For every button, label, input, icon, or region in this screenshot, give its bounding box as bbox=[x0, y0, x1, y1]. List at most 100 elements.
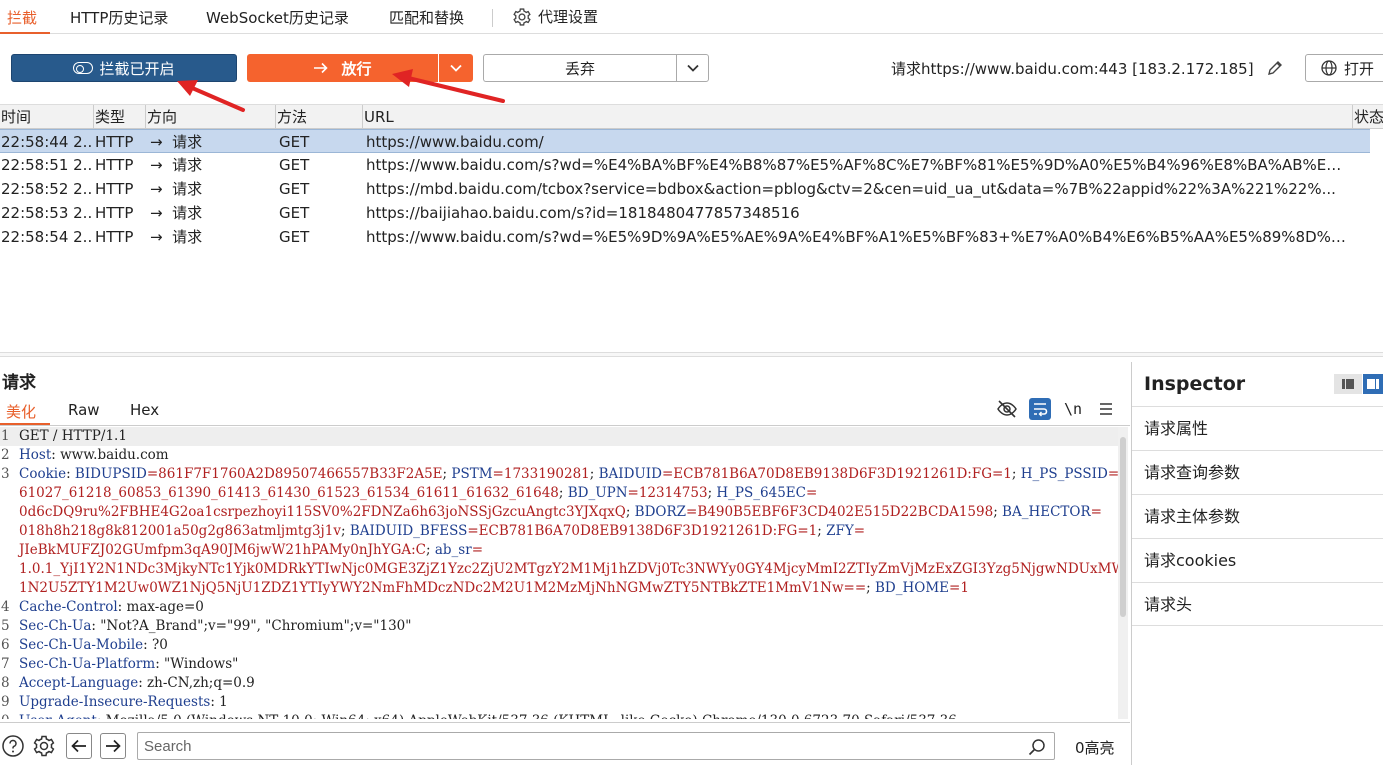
tab-match-replace[interactable]: 匹配和替换 bbox=[389, 0, 464, 34]
request-editor[interactable]: 1 GET / HTTP/1.1 2 Host: www.baidu.com 3 Cook… bbox=[0, 427, 1118, 719]
forward-options-dropdown[interactable] bbox=[439, 54, 473, 82]
table-row[interactable]: 22:58:52 2... HTTP → 请求 GET https://mbd.… bbox=[0, 177, 1370, 201]
line-content: Sec-Ch-Ua: "Not?A_Brand";v="99", "Chromi… bbox=[19, 617, 411, 636]
intercept-toggle-label: 拦截已开启 bbox=[99, 59, 175, 78]
search-input[interactable] bbox=[144, 736, 1014, 756]
direction-label: 请求 bbox=[172, 156, 203, 174]
code-line: 1 GET / HTTP/1.1 bbox=[0, 427, 1118, 446]
cell-time: 22:58:52 2... bbox=[1, 180, 93, 198]
table-row[interactable]: 22:58:44 2... HTTP → 请求 GET https://www.… bbox=[0, 129, 1370, 153]
tab-raw[interactable]: Raw bbox=[68, 401, 100, 419]
inspector-cookies[interactable]: 请求cookies bbox=[1132, 538, 1383, 582]
tab-websocket-history[interactable]: WebSocket历史记录 bbox=[206, 0, 349, 34]
editor-scrollbar[interactable] bbox=[1118, 427, 1128, 719]
request-pane-title: 请求 bbox=[2, 373, 36, 393]
cell-direction: → 请求 bbox=[150, 180, 203, 198]
header-name: Sec-Ch-Ua-Platform bbox=[19, 656, 156, 672]
tab-pretty[interactable]: 美化 bbox=[6, 401, 36, 422]
cell-time: 22:58:54 2... bbox=[1, 228, 93, 246]
word-wrap-icon[interactable] bbox=[1029, 398, 1051, 420]
table-row[interactable]: 22:58:54 2... HTTP → 请求 GET https://www.… bbox=[0, 225, 1370, 249]
cell-url: https://www.baidu.com/s?wd=%E5%9D%9A%E5%… bbox=[366, 228, 1346, 246]
code-line: 8 Accept-Language: zh-CN,zh;q=0.9 bbox=[0, 674, 1118, 693]
drop-options-dropdown[interactable] bbox=[676, 54, 709, 82]
line-content: Sec-Ch-Ua-Platform: "Windows" bbox=[19, 655, 238, 674]
scrollbar-thumb[interactable] bbox=[1120, 437, 1126, 617]
table-row[interactable]: 22:58:53 2... HTTP → 请求 GET https://baij… bbox=[0, 201, 1370, 225]
inspector-query-params[interactable]: 请求查询参数 bbox=[1132, 450, 1383, 494]
header-name: Accept-Language bbox=[19, 675, 139, 691]
cell-method: GET bbox=[279, 204, 310, 222]
code-text: : max-age=0 bbox=[117, 599, 204, 615]
column-header-direction[interactable]: 方向 bbox=[145, 105, 275, 130]
open-browser-label: 打开 bbox=[1344, 59, 1375, 78]
cell-type: HTTP bbox=[95, 204, 134, 222]
pane-splitter[interactable] bbox=[0, 352, 1383, 357]
layout-toggle[interactable] bbox=[1334, 374, 1383, 394]
inspector-headers[interactable]: 请求头 bbox=[1132, 582, 1383, 626]
header-name: BIDUPSID bbox=[74, 466, 147, 482]
cell-url: https://baijiahao.baidu.com/s?id=1818480… bbox=[366, 204, 800, 222]
tab-http-history[interactable]: HTTP历史记录 bbox=[70, 0, 168, 34]
header-value: = bbox=[471, 542, 483, 558]
line-content: Accept-Language: zh-CN,zh;q=0.9 bbox=[19, 674, 255, 693]
header-value: =ECB781B6A70D8EB9138D6F3D1921261D:FG=1 bbox=[467, 523, 818, 539]
pencil-icon[interactable] bbox=[1266, 59, 1284, 77]
line-content: User-Agent: Mozilla/5.0 (Windows NT 10.0… bbox=[19, 712, 957, 719]
tab-proxy-settings[interactable]: 代理设置 bbox=[512, 0, 598, 34]
line-content: Upgrade-Insecure-Requests: 1 bbox=[19, 693, 228, 712]
search-bar: 0高亮 bbox=[0, 722, 1130, 765]
menu-icon[interactable] bbox=[1095, 398, 1117, 420]
code-line: 0d6cDQ9ru%2FBHE4G2oa1csrpezhoyi115SV0%2F… bbox=[0, 503, 1118, 522]
active-tab-underline bbox=[0, 32, 50, 34]
code-line: 7 Sec-Ch-Ua-Platform: "Windows" bbox=[0, 655, 1118, 674]
chevron-down-icon bbox=[449, 63, 463, 73]
column-header-method[interactable]: 方法 bbox=[275, 105, 362, 130]
header-name: Cookie bbox=[19, 466, 67, 482]
help-icon[interactable] bbox=[0, 733, 26, 759]
table-row[interactable]: 22:58:51 2... HTTP → 请求 GET https://www.… bbox=[0, 153, 1370, 177]
code-line: 2 Host: www.baidu.com bbox=[0, 446, 1118, 465]
header-name: H_PS_645EC bbox=[716, 485, 806, 501]
line-content: 1N2U5ZTY1M2Uw0WZ1NjQ5NjU1ZDZ1YTIyYWY2NmF… bbox=[19, 579, 969, 598]
column-header-time[interactable]: 时间 bbox=[0, 105, 93, 130]
header-name: H_PS_PSSID bbox=[1020, 466, 1108, 482]
line-number: 2 bbox=[1, 447, 10, 463]
inspector-body-params[interactable]: 请求主体参数 bbox=[1132, 494, 1383, 538]
line-content: 0d6cDQ9ru%2FBHE4G2oa1csrpezhoyi115SV0%2F… bbox=[19, 503, 1102, 522]
cell-direction: → 请求 bbox=[150, 204, 203, 222]
line-content: Sec-Ch-Ua-Mobile: ?0 bbox=[19, 636, 168, 655]
line-content: Cookie: BIDUPSID=861F7F1760A2D8950746655… bbox=[19, 465, 1118, 484]
header-name: Sec-Ch-Ua-Mobile bbox=[19, 637, 144, 653]
gear-icon bbox=[512, 7, 532, 27]
next-match-icon[interactable] bbox=[100, 733, 126, 759]
column-header-type[interactable]: 类型 bbox=[93, 105, 145, 130]
drop-button[interactable]: 丢弃 bbox=[483, 54, 676, 82]
hide-eye-icon[interactable] bbox=[996, 398, 1018, 420]
intercept-toggle-button[interactable]: 拦截已开启 bbox=[11, 54, 237, 82]
code-line: 3 Cookie: BIDUPSID=861F7F1760A2D895074665… bbox=[0, 465, 1118, 484]
line-content: 1.0.1_YjI1Y2N1NDc3MjkyNTc1Yjk0MDRkYTIwNj… bbox=[19, 560, 1118, 579]
gear-icon[interactable] bbox=[31, 733, 57, 759]
cell-time: 22:58:53 2... bbox=[1, 204, 93, 222]
line-number: 1 bbox=[1, 428, 10, 444]
cell-url: https://www.baidu.com/s?wd=%E4%BA%BF%E4%… bbox=[366, 156, 1346, 174]
code-line: 1.0.1_YjI1Y2N1NDc3MjkyNTc1Yjk0MDRkYTIwNj… bbox=[0, 560, 1118, 579]
code-line: 0 User-Agent: Mozilla/5.0 (Windows NT 10.… bbox=[0, 712, 1118, 719]
newline-icon[interactable]: \n bbox=[1062, 398, 1084, 420]
line-number: 6 bbox=[1, 637, 10, 653]
code-line: 6 Sec-Ch-Ua-Mobile: ?0 bbox=[0, 636, 1118, 655]
column-header-url[interactable]: URL bbox=[362, 105, 1352, 130]
cell-time: 22:58:44 2... bbox=[1, 133, 93, 151]
inspector-request-attributes[interactable]: 请求属性 bbox=[1132, 406, 1383, 450]
column-header-status[interactable]: 状态 bbox=[1352, 105, 1383, 130]
tab-intercept[interactable]: 拦截 bbox=[7, 0, 37, 34]
open-browser-button[interactable]: 打开 bbox=[1305, 54, 1383, 82]
previous-match-icon[interactable] bbox=[66, 733, 92, 759]
code-text: : "Windows" bbox=[155, 656, 239, 672]
forward-button[interactable]: 放行 bbox=[247, 54, 438, 82]
tab-hex[interactable]: Hex bbox=[130, 401, 159, 419]
search-icon[interactable] bbox=[1028, 738, 1046, 756]
header-value: = bbox=[853, 523, 866, 539]
code-line: 9 Upgrade-Insecure-Requests: 1 bbox=[0, 693, 1118, 712]
